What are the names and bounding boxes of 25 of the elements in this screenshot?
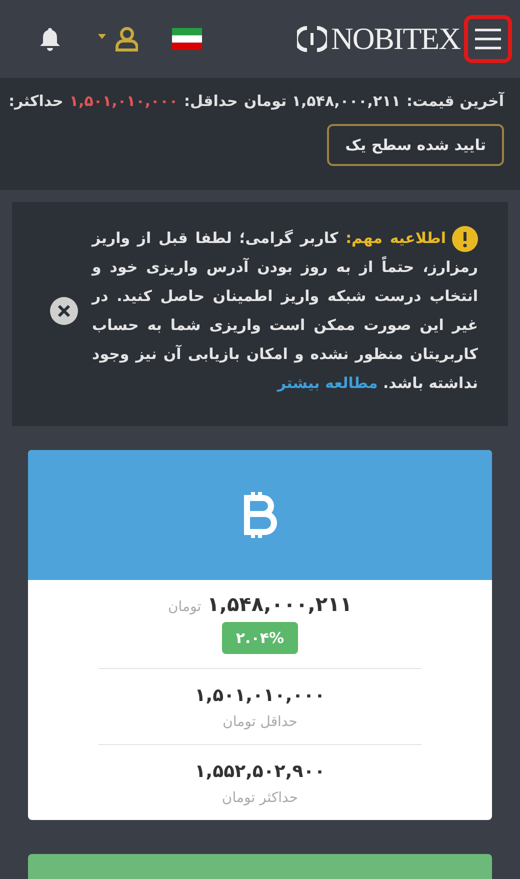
bell-icon[interactable] bbox=[38, 26, 62, 52]
stat-label: حداقل تومان bbox=[222, 714, 298, 730]
stat-value: ۱,۵۵۲,۵۰۲,۹۰۰ bbox=[194, 761, 326, 782]
flag-icon[interactable] bbox=[172, 28, 202, 50]
stat-value: ۱,۵۰۱,۰۱۰,۰۰۰ bbox=[194, 685, 326, 706]
ticker-label: آخرین قیمت: bbox=[406, 92, 504, 110]
warning-icon bbox=[452, 226, 478, 252]
stat-label: حداکثر تومان bbox=[220, 790, 300, 806]
notice-text: اطلاعیه مهم: کاربر گرامی؛ لطفا قبل از واریز رمزارز، حتماً از به روز بودن آدرس واریزی خود و انتخاب درست شبکه واریز اطمینان حاصل کنید. در غیر این صورت ممکن است واریزی شما به حساب کاربریتان منظور نشده و امکان بازیابی آن نیز وجود نداشته باشد. مطالعه بیشتر bbox=[92, 224, 478, 398]
user-menu-icon[interactable] bbox=[96, 26, 138, 52]
price-value: ۱,۵۴۸,۰۰۰,۲۱۱ bbox=[207, 592, 352, 616]
change-badge: ۲.۰۴% bbox=[222, 622, 298, 654]
currency-label: تومان bbox=[168, 599, 202, 615]
close-icon[interactable] bbox=[50, 297, 78, 325]
ticker-value: ۱,۵۰۱,۰۱۰,۰۰۰ bbox=[69, 92, 178, 110]
menu-icon bbox=[474, 28, 502, 50]
bitcoin-icon bbox=[243, 492, 277, 538]
logo-icon bbox=[296, 25, 327, 53]
verification-level-badge[interactable]: تایید شده سطح یک bbox=[327, 124, 504, 166]
ticker-label: حداکثر: bbox=[8, 92, 64, 110]
read-more-link[interactable]: مطالعه بیشتر bbox=[277, 374, 378, 392]
ticker-label: حداقل: bbox=[184, 92, 238, 110]
menu-button[interactable] bbox=[464, 15, 512, 63]
logo-text: NOBITEX bbox=[330, 21, 460, 57]
ticker-value: ۱,۵۴۸,۰۰۰,۲۱۱ تومان bbox=[244, 92, 400, 110]
